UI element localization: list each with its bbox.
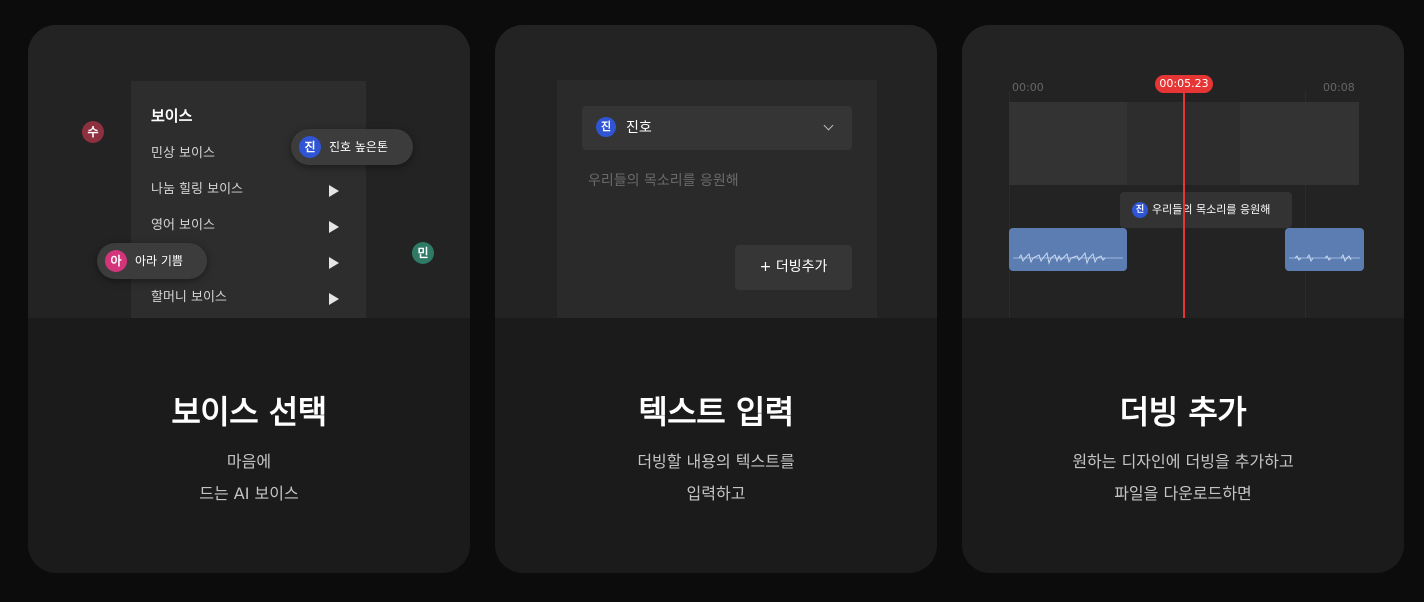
card-title: 더빙 추가 xyxy=(1119,393,1247,431)
menu-item-label: 영어 보이스 xyxy=(151,218,215,233)
current-time-badge: 00:05.23 xyxy=(1155,75,1213,93)
timeline-visual: 00:00 00:08 진 우리들의 목소리를 응원해 00:05.23 xyxy=(962,25,1404,318)
playhead[interactable] xyxy=(1183,91,1185,318)
voice-menu: 보이스 민상 보이스 나눔 힐링 보이스 영어 보이스 할머니 보이스 xyxy=(131,81,366,318)
submenu-arrow-icon xyxy=(329,257,339,269)
avatar-jin: 진 xyxy=(299,136,321,158)
submenu-arrow-icon xyxy=(329,221,339,233)
text-input-field[interactable]: 우리들의 목소리를 응원해 xyxy=(588,170,739,190)
menu-item-label: 나눔 힐링 보이스 xyxy=(151,182,243,197)
voice-select-visual: 수 민 보이스 민상 보이스 나눔 힐링 보이스 영어 보이스 할머니 보이스 xyxy=(28,25,470,318)
card-add-dubbing: 00:00 00:08 진 우리들의 목소리를 응원해 00:05.23 더빙 … xyxy=(962,25,1404,573)
avatar-min: 민 xyxy=(412,242,434,264)
card-title: 텍스트 입력 xyxy=(638,393,794,431)
desc-line: 파일을 다운로드하면 xyxy=(1114,484,1252,503)
video-clip[interactable] xyxy=(1009,102,1127,185)
menu-item-healing[interactable]: 나눔 힐링 보이스 xyxy=(151,178,351,202)
voice-dropdown-label: 진호 xyxy=(626,120,652,136)
avatar-a: 아 xyxy=(105,250,127,272)
menu-item-english[interactable]: 영어 보이스 xyxy=(151,214,351,238)
waveform-icon xyxy=(1289,253,1360,263)
subtitle-text: 우리들의 목소리를 응원해 xyxy=(1152,203,1271,216)
card-voice-select: 수 민 보이스 민상 보이스 나눔 힐링 보이스 영어 보이스 할머니 보이스 xyxy=(28,25,470,573)
card-description: 원하는 디자인에 더빙을 추가하고 파일을 다운로드하면 xyxy=(962,446,1404,510)
desc-line: 더빙할 내용의 텍스트를 xyxy=(637,452,795,471)
audio-clip[interactable] xyxy=(1009,228,1127,271)
video-clip[interactable] xyxy=(1240,102,1359,185)
desc-line: 마음에 xyxy=(226,452,272,471)
card-description: 마음에 드는 AI 보이스 xyxy=(28,446,470,510)
submenu-arrow-icon xyxy=(329,185,339,197)
avatar-jin: 진 xyxy=(596,117,616,137)
text-input-visual: 진 진호 우리들의 목소리를 응원해 + 더빙추가 xyxy=(495,25,937,318)
timeline-start: 00:00 xyxy=(1012,81,1044,94)
voice-dropdown[interactable]: 진 진호 xyxy=(582,106,852,150)
avatar-jin: 진 xyxy=(1132,202,1148,218)
card-title: 보이스 선택 xyxy=(171,393,327,431)
chevron-down-icon xyxy=(823,120,834,131)
pill-label: 진호 높은톤 xyxy=(329,140,389,154)
menu-item-grandma[interactable]: 할머니 보이스 xyxy=(151,286,351,310)
menu-item-label: 할머니 보이스 xyxy=(151,290,227,305)
add-dubbing-button[interactable]: + 더빙추가 xyxy=(735,245,852,290)
card-text-input: 진 진호 우리들의 목소리를 응원해 + 더빙추가 텍스트 입력 더빙할 내용의… xyxy=(495,25,937,573)
timeline-end: 00:08 xyxy=(1323,81,1355,94)
text-panel: 진 진호 우리들의 목소리를 응원해 + 더빙추가 xyxy=(557,80,877,318)
waveform-icon xyxy=(1013,251,1123,265)
desc-line: 드는 AI 보이스 xyxy=(199,484,299,503)
subtitle-chip[interactable]: 진 우리들의 목소리를 응원해 xyxy=(1120,192,1292,228)
submenu-arrow-icon xyxy=(329,293,339,305)
voice-pill-ara[interactable]: 아 아라 기쁨 xyxy=(97,243,207,279)
voice-menu-title: 보이스 xyxy=(151,107,193,125)
avatar-su: 수 xyxy=(82,121,104,143)
pill-label: 아라 기쁨 xyxy=(135,254,183,268)
card-description: 더빙할 내용의 텍스트를 입력하고 xyxy=(495,446,937,510)
audio-clip[interactable] xyxy=(1285,228,1364,271)
menu-item-label: 민상 보이스 xyxy=(151,146,215,161)
desc-line: 원하는 디자인에 더빙을 추가하고 xyxy=(1072,452,1294,471)
voice-pill-jinho[interactable]: 진 진호 높은톤 xyxy=(291,129,413,165)
desc-line: 입력하고 xyxy=(686,484,746,503)
